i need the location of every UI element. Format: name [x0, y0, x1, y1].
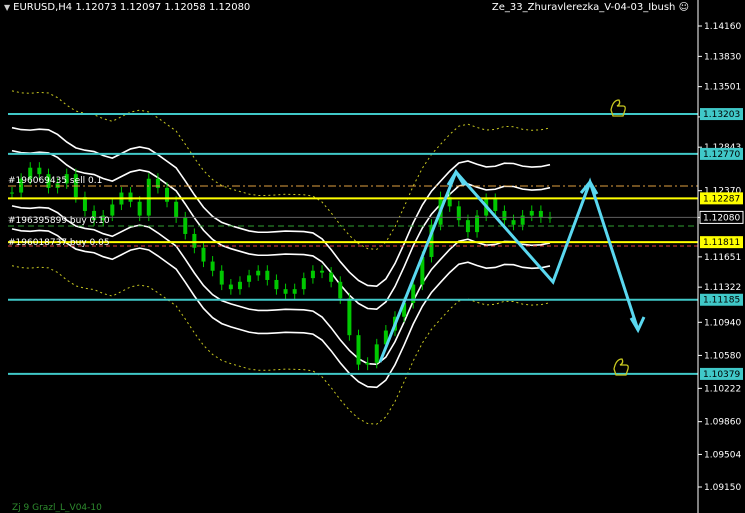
- candle-body: [502, 210, 507, 221]
- candle-body: [146, 178, 151, 216]
- price-tag-label: 1.10379: [703, 370, 740, 380]
- candle-body: [274, 279, 279, 290]
- candle-body: [475, 215, 480, 233]
- arrowhead-icon: [629, 316, 646, 334]
- axis-tick-label: 1.09860: [704, 418, 741, 428]
- axis-tick-label: 1.13830: [704, 52, 741, 62]
- forecast-path: [378, 169, 640, 363]
- candle-body: [237, 281, 242, 290]
- candle-body: [356, 335, 361, 365]
- price-tag-label: 1.12080: [703, 213, 740, 223]
- candle-body: [347, 298, 352, 336]
- candle-body: [128, 192, 133, 202]
- price-chart[interactable]: #196069435 sell 0.1 #196395899 buy 0.10 #1…: [0, 0, 745, 513]
- candles: [10, 162, 552, 371]
- candle-body: [365, 362, 370, 365]
- axis-tick-label: 1.13501: [704, 83, 741, 93]
- candle-body: [456, 206, 461, 221]
- axis-tick-label: 1.09504: [704, 450, 741, 460]
- expert-name: Ze_33_Zhuravlerezka_V-04-03_Ibush: [491, 2, 676, 13]
- candle-body: [374, 344, 379, 363]
- candle-body: [283, 289, 288, 294]
- envelope-curve: [11, 228, 551, 389]
- candle-body: [110, 204, 115, 216]
- collapse-arrow-icon[interactable]: ▼: [4, 3, 10, 12]
- price-tags: 1.13203 1.12770 1.12287 1.12080 1.11811 1.111…: [699, 108, 744, 380]
- candle-body: [310, 270, 315, 279]
- candle-body: [493, 198, 498, 211]
- axis-tick-label: 1.11322: [704, 283, 741, 293]
- price-tag-label: 1.13203: [703, 110, 740, 120]
- order-label: #196018737 buy 0.05: [8, 238, 110, 248]
- candle-body: [210, 261, 215, 271]
- candle-body: [292, 289, 297, 294]
- axis-tick-label: 1.10940: [704, 318, 741, 328]
- order-label: #196395899 buy 0.10: [8, 216, 110, 226]
- level-lines: [8, 113, 698, 375]
- envelope-bands: [11, 126, 551, 389]
- candle-body: [174, 201, 179, 218]
- dotted-band: [11, 265, 551, 425]
- candle-body: [301, 278, 306, 290]
- price-tag-label: 1.12770: [703, 150, 740, 160]
- chart-window[interactable]: #196069435 sell 0.1 #196395899 buy 0.10 #1…: [0, 0, 745, 513]
- axis-tick-label: 1.11651: [704, 253, 741, 263]
- candle-body: [37, 167, 42, 175]
- candle-body: [165, 187, 170, 202]
- forecast-arrows: [378, 169, 646, 363]
- price-axis: 1.141601.138301.135011.131721.128431.123…: [697, 0, 741, 513]
- price-tag-label: 1.12287: [703, 194, 740, 204]
- candle-body: [228, 284, 233, 290]
- candle-body: [511, 220, 516, 225]
- smiley-icon[interactable]: ☺: [679, 2, 689, 13]
- candle-body: [538, 210, 543, 218]
- candle-body: [219, 270, 224, 285]
- candle-body: [320, 270, 325, 273]
- expert-header: Ze_33_Zhuravlerezka_V-04-03_Ibush ☺: [492, 2, 689, 13]
- axis-tick-label: 1.10580: [704, 351, 741, 361]
- candle-body: [10, 192, 14, 194]
- hand-markers: [610, 99, 629, 376]
- symbol-ohlc-text: EURUSD,H4 1.12073 1.12097 1.12058 1.1208…: [13, 2, 251, 13]
- candle-body: [155, 178, 160, 188]
- axis-tick-label: 1.14160: [704, 22, 741, 32]
- indicator-footer: Zj 9 Grazl_L_V04-10: [12, 503, 102, 513]
- candle-body: [338, 281, 343, 299]
- candle-body: [256, 270, 261, 276]
- candle-body: [329, 272, 334, 282]
- axis-tick-label: 1.10222: [704, 384, 741, 394]
- candle-body: [137, 201, 142, 216]
- symbol-header: ▼ EURUSD,H4 1.12073 1.12097 1.12058 1.120…: [4, 2, 250, 13]
- price-tag-label: 1.11185: [703, 296, 740, 306]
- candle-body: [247, 275, 252, 282]
- order-label: #196069435 sell 0.1: [8, 176, 102, 186]
- candle-body: [265, 270, 270, 280]
- axis-tick-label: 1.09150: [704, 483, 741, 493]
- price-tag-label: 1.11811: [703, 238, 740, 248]
- thumbs-up-icon: [613, 358, 629, 376]
- candle-body: [529, 210, 534, 216]
- candle-body: [201, 247, 206, 262]
- arrowhead-icon: [446, 169, 466, 186]
